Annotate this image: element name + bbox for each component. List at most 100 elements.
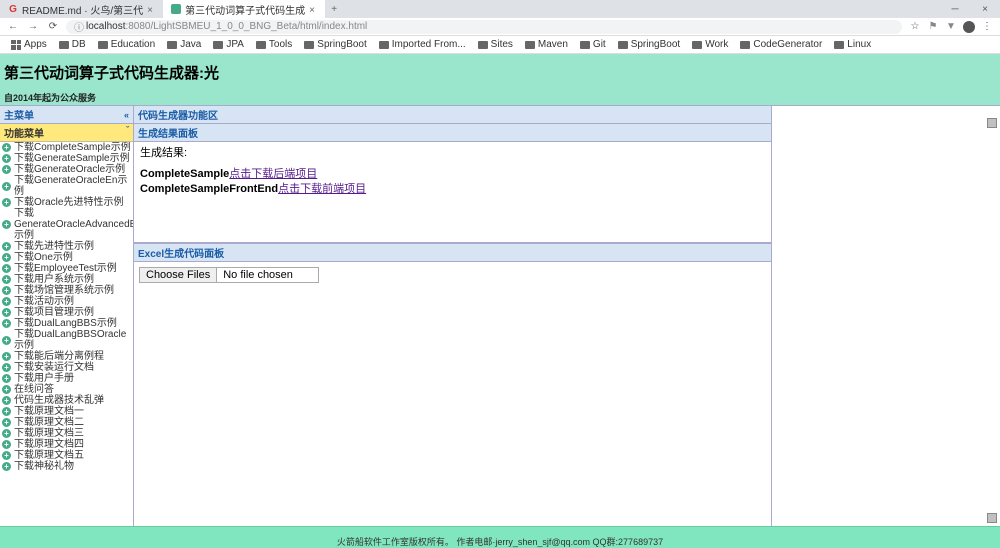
sidebar-item[interactable]: +下载DualLangBBS示例 xyxy=(0,318,133,329)
folder-icon xyxy=(525,41,535,49)
bookmark-folder[interactable]: SpringBoot xyxy=(299,39,371,50)
forward-button[interactable]: → xyxy=(26,20,40,34)
address-bar[interactable]: ⓘ localhost:8080/LightSBMEU_1_0_0_BNG_Be… xyxy=(66,20,902,34)
url-host: localhost xyxy=(86,21,125,32)
choose-files-button[interactable]: Choose Files xyxy=(140,268,217,282)
sidebar-item[interactable]: +下载场馆管理系统示例 xyxy=(0,285,133,296)
scroll-down-button[interactable] xyxy=(987,513,997,523)
sidebar-item[interactable]: +下载安装运行文档 xyxy=(0,362,133,373)
minimize-button[interactable]: ─ xyxy=(940,0,970,18)
plus-icon: + xyxy=(2,275,11,284)
file-input[interactable]: Choose Files No file chosen xyxy=(139,267,319,283)
sidebar-item[interactable]: +下载项目管理示例 xyxy=(0,307,133,318)
extension-icon[interactable]: ▼ xyxy=(944,20,958,34)
content-area: 主菜单 « 功能菜单 ˇ +下载CompleteSample示例+下载Gener… xyxy=(0,105,1000,526)
plus-icon: + xyxy=(2,286,11,295)
plus-icon: + xyxy=(2,154,11,163)
page-header: 第三代动词算子式代码生成器:光 自2014年起为公众服务 xyxy=(0,54,1000,106)
sidebar-item[interactable]: +下载CompleteSample示例 xyxy=(0,142,133,153)
folder-icon xyxy=(59,41,69,49)
sidebar-item[interactable]: +下载用户手册 xyxy=(0,373,133,384)
sidebar-item[interactable]: +在线问答 xyxy=(0,384,133,395)
plus-icon: + xyxy=(2,385,11,394)
collapse-icon[interactable]: « xyxy=(124,110,129,120)
sidebar-item[interactable]: +下载Oracle先进特性示例 xyxy=(0,197,133,208)
sidebar-item-label: 下载DualLangBBS示例 xyxy=(14,318,117,329)
sidebar-item[interactable]: +下载GenerateOracleAdvancedEn示例 xyxy=(0,208,133,241)
result-label: 生成结果: xyxy=(140,146,765,161)
sidebar-item-label: 下载原理文档一 xyxy=(14,406,84,417)
sidebar-item[interactable]: +下载用户系统示例 xyxy=(0,274,133,285)
plus-icon: + xyxy=(2,253,11,262)
sidebar-item-label: 下载CompleteSample示例 xyxy=(14,142,131,153)
bookmark-folder[interactable]: Sites xyxy=(473,39,518,50)
download-backend-link[interactable]: 点击下载后端项目 xyxy=(229,168,317,180)
sidebar-item[interactable]: +下载GenerateOracle示例 xyxy=(0,164,133,175)
close-icon[interactable]: × xyxy=(147,5,155,13)
profile-icon[interactable] xyxy=(962,20,976,34)
apps-shortcut[interactable]: Apps xyxy=(6,39,52,50)
bookmark-folder[interactable]: JPA xyxy=(208,39,249,50)
folder-icon xyxy=(740,41,750,49)
func-menu-header[interactable]: 功能菜单 ˇ xyxy=(0,124,133,142)
sidebar-item[interactable]: +下载原理文档二 xyxy=(0,417,133,428)
functional-area-header: 代码生成器功能区 xyxy=(134,106,771,124)
download-frontend-link[interactable]: 点击下载前端项目 xyxy=(278,183,366,195)
sidebar-item[interactable]: +下载原理文档四 xyxy=(0,439,133,450)
close-button[interactable]: × xyxy=(970,0,1000,18)
sidebar-item[interactable]: +下载GenerateOracleEn示例 xyxy=(0,175,133,197)
close-icon[interactable]: × xyxy=(309,5,317,13)
plus-icon: + xyxy=(2,374,11,383)
sidebar-item[interactable]: +下载One示例 xyxy=(0,252,133,263)
new-tab-button[interactable]: + xyxy=(325,4,343,15)
back-button[interactable]: ← xyxy=(6,20,20,34)
site-info-icon[interactable]: ⓘ xyxy=(74,19,84,34)
sidebar-item[interactable]: +代码生成器技术乱弹 xyxy=(0,395,133,406)
plus-icon: + xyxy=(2,143,11,152)
sidebar-item[interactable]: +下载神秘礼物 xyxy=(0,461,133,472)
reload-button[interactable]: ⟳ xyxy=(46,20,60,34)
sidebar-item[interactable]: +下载DualLangBBSOracle示例 xyxy=(0,329,133,351)
sidebar-item-label: 下载能后端分离例程 xyxy=(14,351,104,362)
sidebar-item[interactable]: +下载原理文档五 xyxy=(0,450,133,461)
browser-tab-inactive[interactable]: G README.md · 火鸟/第三代 × xyxy=(0,0,163,18)
sidebar-item-label: 下载活动示例 xyxy=(14,296,74,307)
extension-icon[interactable]: ☆ xyxy=(908,20,922,34)
bookmark-folder[interactable]: Maven xyxy=(520,39,573,50)
bookmark-folder[interactable]: Tools xyxy=(251,39,297,50)
plus-icon: + xyxy=(2,451,11,460)
sidebar-item[interactable]: +下载GenerateSample示例 xyxy=(0,153,133,164)
window-controls: ─ × xyxy=(940,0,1000,18)
main-menu-header[interactable]: 主菜单 « xyxy=(0,106,133,124)
collapse-icon[interactable]: ˇ xyxy=(126,125,129,140)
sidebar-item[interactable]: +下载能后端分离例程 xyxy=(0,351,133,362)
sidebar-item-label: 下载项目管理示例 xyxy=(14,307,94,318)
sidebar-item[interactable]: +下载活动示例 xyxy=(0,296,133,307)
bookmark-folder[interactable]: Education xyxy=(93,39,160,50)
browser-tab-active[interactable]: 第三代动词算子式代码生成 × xyxy=(163,0,325,18)
bookmark-folder[interactable]: Work xyxy=(687,39,733,50)
sidebar-item[interactable]: +下载原理文档一 xyxy=(0,406,133,417)
plus-icon: + xyxy=(2,440,11,449)
bookmark-folder[interactable]: DB xyxy=(54,39,91,50)
bookmark-folder[interactable]: Linux xyxy=(829,39,876,50)
scroll-up-button[interactable] xyxy=(987,118,997,128)
extension-icon[interactable]: ⚑ xyxy=(926,20,940,34)
plus-icon: + xyxy=(2,319,11,328)
bookmark-folder[interactable]: Imported From... xyxy=(374,39,471,50)
sidebar-item[interactable]: +下载先进特性示例 xyxy=(0,241,133,252)
download-row: CompleteSampleFrontEnd点击下载前端项目 xyxy=(140,182,765,197)
plus-icon: + xyxy=(2,462,11,471)
result-body: 生成结果: CompleteSample点击下载后端项目 CompleteSam… xyxy=(134,142,771,242)
menu-icon[interactable]: ⋮ xyxy=(980,20,994,34)
folder-icon xyxy=(580,41,590,49)
sidebar-item[interactable]: +下载原理文档三 xyxy=(0,428,133,439)
bookmark-folder[interactable]: CodeGenerator xyxy=(735,39,827,50)
result-panel-header: 生成结果面板 xyxy=(134,124,771,142)
folder-icon xyxy=(478,41,488,49)
bookmark-folder[interactable]: SpringBoot xyxy=(613,39,685,50)
bookmark-folder[interactable]: Java xyxy=(162,39,206,50)
sidebar-item[interactable]: +下载EmployeeTest示例 xyxy=(0,263,133,274)
sidebar-item-label: 下载GenerateSample示例 xyxy=(14,153,130,164)
bookmark-folder[interactable]: Git xyxy=(575,39,611,50)
